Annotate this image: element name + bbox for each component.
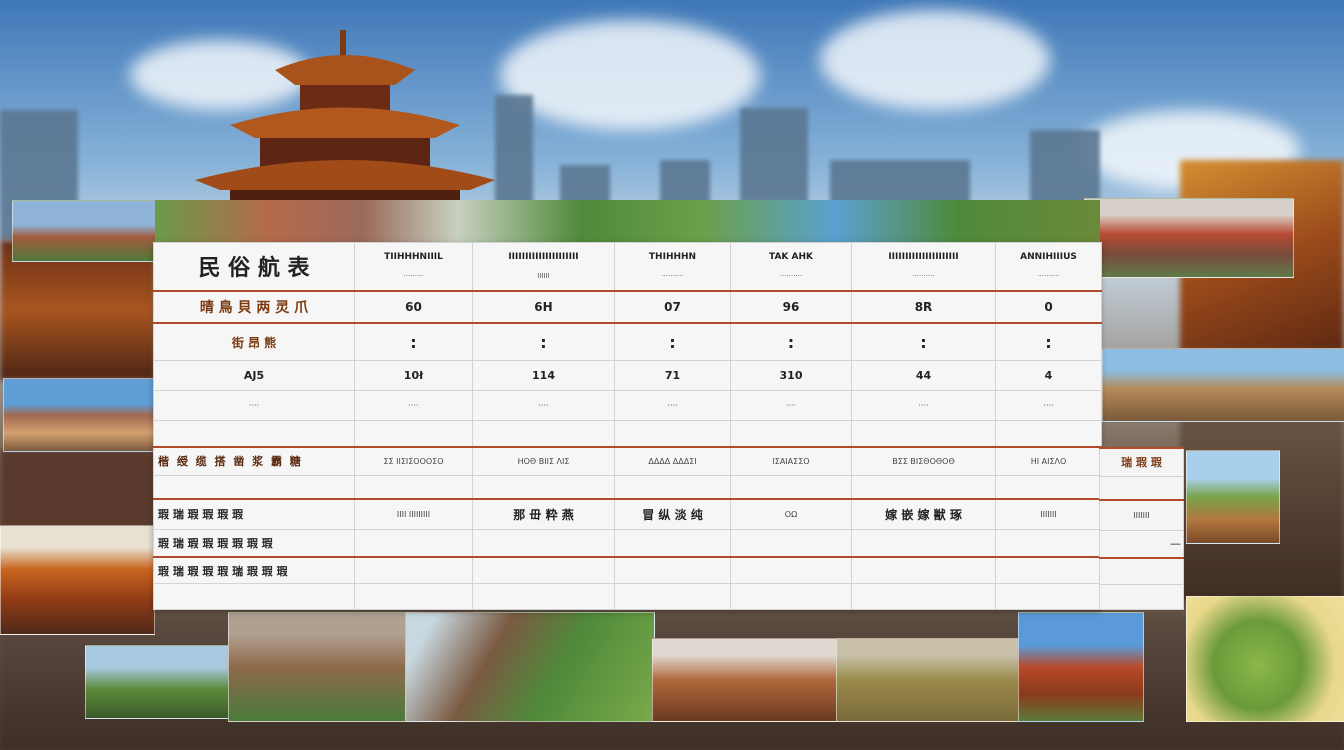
table-cell: :	[354, 322, 473, 362]
row-label: 街 昂 熊	[153, 322, 355, 362]
table-extension: 瑞 瑕 瑕 ΙΙΙΙΙΙΙ —	[1099, 447, 1184, 610]
column-header: THIHHHN ··········	[614, 241, 731, 292]
table-row: ···· ···· ···· ···· ···· ···· ····	[153, 390, 1102, 422]
table-cell: ΗΟΘ ΒΙΙΣ ΛΙΣ	[472, 446, 615, 476]
table-cell: ····	[614, 390, 731, 422]
table-cell: :	[995, 322, 1102, 362]
table-cell: ΙΣΑΙΑΣΣΟ	[730, 446, 852, 476]
table-cell: 96	[730, 290, 852, 324]
table-cell: 60	[354, 290, 473, 324]
table-cell: ····	[851, 390, 996, 422]
table-cell: ΗΙ ΑΙΣΛΟ	[995, 446, 1102, 476]
table-row	[153, 582, 1102, 611]
table-row	[153, 474, 1102, 500]
table-cell: ΒΣΣ ΒΙΣΘΟΘΟΘ	[851, 446, 996, 476]
row-label: AJ5	[153, 360, 355, 392]
table-row: 晴 鳥 貝 两 灵 爪 60 6H 07 96 8R 0	[153, 290, 1102, 324]
table-cell: :	[730, 322, 852, 362]
thumbnail-image	[1018, 612, 1144, 722]
column-header: IIIIIIIIIIIIIIIIIIIII IIIIII	[472, 241, 615, 292]
thumbnail-image	[1102, 348, 1344, 422]
table-row: 瑕 瑞 瑕 瑕 瑕 瑞 瑕 瑕 瑕	[153, 556, 1102, 584]
pagoda-illustration	[195, 30, 495, 210]
thumbnail-image	[405, 612, 655, 722]
table-row: 瑕 瑞 瑕 瑕 瑕 瑕 瑕 瑕	[153, 528, 1102, 558]
table-row	[153, 420, 1102, 448]
row-label: 晴 鳥 貝 两 灵 爪	[153, 290, 355, 324]
skyscraper	[740, 108, 808, 203]
table-cell: ΟΩ	[730, 498, 852, 530]
thumbnail-image	[3, 378, 155, 452]
table-cell: 10ł	[354, 360, 473, 392]
table-cell: :	[851, 322, 996, 362]
column-header: TIIHHHNIIIL ·········	[354, 241, 473, 292]
table-cell: 71	[614, 360, 731, 392]
table-cell: 嫁 嵌 嫁 獣 琢	[851, 498, 996, 530]
table-row: 瑕 瑞 瑕 瑕 瑕 瑕 ΙΙΙΙ ΙΙΙΙΙΙΙΙΙ 那 毌 粋 燕 冒 纵 淡…	[153, 498, 1102, 530]
table-cell: 6H	[472, 290, 615, 324]
table-row: 街 昂 熊 : : : : : :	[153, 322, 1102, 362]
cloud	[500, 20, 760, 130]
column-header: TAK AHK ··········	[730, 241, 852, 292]
column-header: IIIIIIIIIIIIIIIIIIIII ··········	[851, 241, 996, 292]
column-header: ANNIHIIIUS ··········	[995, 241, 1102, 292]
thumbnail-image	[228, 612, 418, 722]
thumbnail-image	[85, 645, 230, 719]
table-cell: ····	[730, 390, 852, 422]
thumbnail-image	[652, 638, 838, 722]
thumbnail-image	[1186, 450, 1280, 544]
table-cell: 4	[995, 360, 1102, 392]
skyscraper	[560, 165, 610, 205]
row-label: 瑕 瑞 瑕 瑕 瑕 瑕 瑕 瑕	[153, 528, 355, 558]
row-label: 瑕 瑞 瑕 瑕 瑕 瑕	[153, 498, 355, 530]
row-label: 楷 绶 缆 搭 凿 浆 霸 糖	[153, 446, 355, 476]
cloud	[820, 10, 1050, 110]
table-cell: ΣΣ ΙΙΣΙΣΟΟΟΣΟ	[354, 446, 473, 476]
thumbnail-image	[12, 200, 156, 262]
table-cell: 0	[995, 290, 1102, 324]
data-table: 民 俗 航 表 TIIHHHNIIIL ········· IIIIIIIIIII…	[153, 241, 1102, 611]
table-cell: ΙΙΙΙ ΙΙΙΙΙΙΙΙΙ	[354, 498, 473, 530]
table-row: 楷 绶 缆 搭 凿 浆 霸 糖 ΣΣ ΙΙΣΙΣΟΟΟΣΟ ΗΟΘ ΒΙΙΣ Λ…	[153, 446, 1102, 476]
table-cell: ΙΙΙΙΙΙΙ	[995, 498, 1102, 530]
table-cell: ····	[472, 390, 615, 422]
table-cell: 瑞 瑕 瑕	[1099, 447, 1184, 477]
table-cell: ····	[354, 390, 473, 422]
thumbnail-image	[1186, 596, 1344, 722]
table-cell: 114	[472, 360, 615, 392]
table-cell: 8R	[851, 290, 996, 324]
table-cell: ····	[995, 390, 1102, 422]
skyscraper	[830, 160, 970, 205]
row-label: 瑕 瑞 瑕 瑕 瑕 瑞 瑕 瑕 瑕	[153, 556, 355, 584]
thumbnail-image	[836, 638, 1040, 722]
table-cell: 07	[614, 290, 731, 324]
row-label: ····	[153, 390, 355, 422]
skyscraper	[660, 160, 710, 205]
table-cell: ΙΙΙΙΙΙΙ	[1099, 499, 1184, 531]
table-cell: 冒 纵 淡 纯	[614, 498, 731, 530]
skyscraper	[1030, 130, 1100, 205]
side-scene-left	[0, 450, 155, 530]
table-title: 民 俗 航 表	[153, 241, 355, 292]
table-cell: 44	[851, 360, 996, 392]
thumbnail-image	[0, 525, 155, 635]
skyscraper	[495, 95, 533, 205]
table-cell: :	[472, 322, 615, 362]
table-cell: 310	[730, 360, 852, 392]
table-cell: :	[614, 322, 731, 362]
table-cell: —	[1099, 529, 1184, 559]
photo-strip	[155, 200, 1100, 242]
table-cell: 那 毌 粋 燕	[472, 498, 615, 530]
table-cell: ΔΔΔΔ ΔΔΔΣΙ	[614, 446, 731, 476]
table-row: AJ5 10ł 114 71 310 44 4	[153, 360, 1102, 392]
thumbnail-image	[1084, 198, 1294, 278]
